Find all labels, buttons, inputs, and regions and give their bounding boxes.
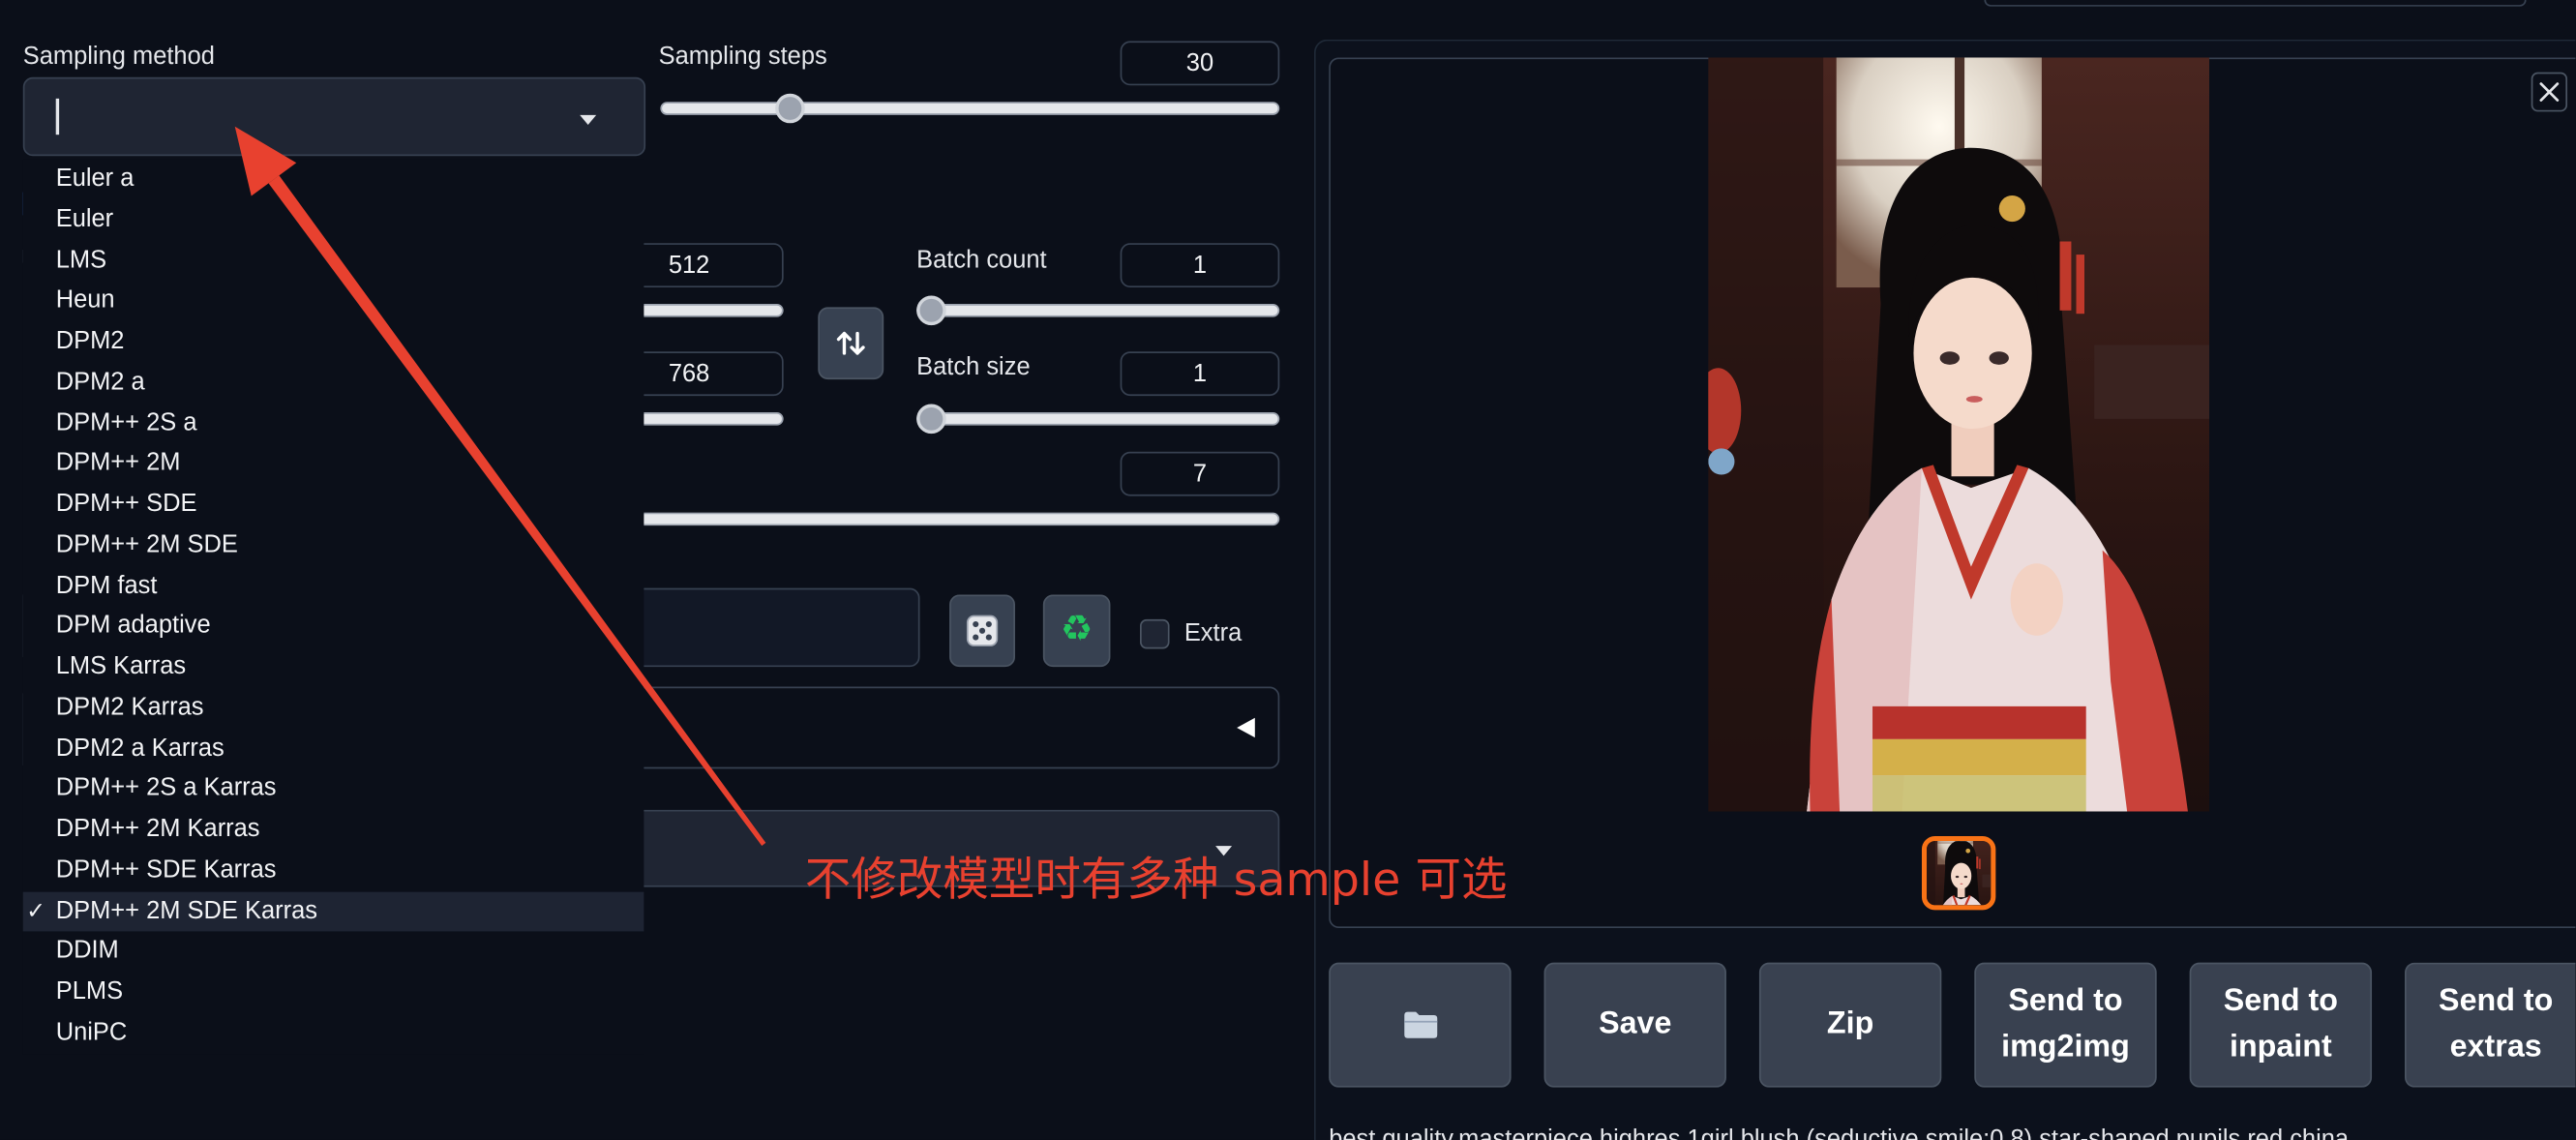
batch-size-input[interactable]: 1 (1120, 351, 1280, 397)
send-to-inpaint-button[interactable]: Send to inpaint (2189, 962, 2373, 1088)
sampling-option-label: DPM2 a Karras (55, 733, 225, 762)
annotation-text: 不修改模型时有多种 sample 可选 (804, 852, 1508, 907)
sampling-option-label: DPM++ 2M SDE Karras (55, 895, 317, 924)
sampling-option-label: Heun (55, 285, 115, 315)
sampling-option[interactable]: Heun (23, 282, 644, 322)
extra-label: Extra (1183, 618, 1243, 647)
sampling-option-label: DDIM (55, 936, 119, 965)
sampling-option-label: LMS (55, 245, 107, 274)
batch-count-input[interactable]: 1 (1120, 243, 1280, 288)
sampling-option-label: DPM2 a (55, 367, 145, 396)
top-input-edge (1984, 0, 2527, 7)
sampling-option-label: DPM++ SDE (55, 489, 197, 518)
sampling-option[interactable]: LMS (23, 241, 644, 282)
sampling-option[interactable]: DPM++ 2M SDE (23, 525, 644, 566)
sampling-method-label: Sampling method (22, 43, 215, 71)
sampling-option[interactable]: DPM++ 2M Karras (23, 810, 644, 851)
swap-icon (836, 331, 865, 355)
sampling-option[interactable]: DPM++ 2S a (23, 404, 644, 444)
random-seed-button[interactable] (949, 594, 1015, 668)
recycle-icon: ♻ (1060, 609, 1093, 651)
sampling-option[interactable]: LMS Karras (23, 647, 644, 688)
sampling-option-label: Euler a (55, 164, 135, 193)
send-to-img2img-button[interactable]: Send to img2img (1974, 962, 2157, 1088)
sampling-option-label: PLMS (55, 976, 124, 1005)
sampling-option-label: DPM++ 2S a Karras (55, 773, 277, 802)
batch-count-label: Batch count (916, 246, 1047, 275)
zip-button[interactable]: Zip (1758, 962, 1942, 1088)
sampling-option[interactable]: DPM++ 2M (23, 444, 644, 485)
thumbnail-image (1927, 841, 1992, 906)
gallery-thumbnail[interactable] (1921, 835, 1996, 911)
send-to-extras-button[interactable]: Send to extras (2404, 962, 2576, 1088)
generation-prompt-text: best quality,masterpiece,highres,1girl,b… (1329, 1125, 2350, 1140)
batch-count-slider[interactable] (916, 295, 1280, 326)
generated-image[interactable] (1708, 57, 2210, 812)
sampling-option[interactable]: Euler a (23, 160, 644, 200)
dice-icon (966, 615, 999, 646)
reuse-seed-button[interactable]: ♻ (1042, 594, 1111, 668)
sampling-method-options: Euler a Euler LMS Heun DPM2 DPM2 a DPM++ 2S a D… (22, 159, 644, 1055)
slider-thumb[interactable] (916, 404, 946, 435)
sampling-option[interactable]: DPM2 Karras (23, 688, 644, 729)
batch-size-slider[interactable] (916, 404, 1280, 435)
sampling-option[interactable]: DPM++ SDE (23, 485, 644, 525)
sampling-option[interactable]: DPM++ SDE Karras (23, 851, 644, 891)
sampling-option[interactable]: DPM2 a (23, 363, 644, 404)
sampling-option[interactable]: DPM++ 2S a Karras (23, 769, 644, 810)
sampling-option-label: DPM++ 2M Karras (55, 814, 260, 843)
slider-thumb[interactable] (916, 295, 946, 326)
sampling-option-label: DPM++ 2M SDE (55, 529, 238, 558)
sampling-option[interactable]: DPM2 a Karras (23, 729, 644, 769)
sampling-option-label: DPM++ 2M (55, 448, 181, 477)
sampling-option-label: DPM fast (55, 570, 158, 599)
close-gallery-button[interactable] (2531, 72, 2568, 112)
sampling-option-label: DPM2 (55, 326, 125, 355)
cfg-scale-input[interactable]: 7 (1120, 451, 1280, 496)
sampling-option-label: Euler (55, 204, 114, 233)
text-cursor (55, 98, 60, 135)
sampling-option[interactable]: PLMS (23, 973, 644, 1013)
save-button[interactable]: Save (1543, 962, 1726, 1088)
webui-screen: Sampling method Euler a Euler LMS Heun DPM2 D… (0, 0, 2576, 1140)
open-folder-button[interactable] (1329, 962, 1512, 1088)
sampling-steps-slider[interactable] (660, 93, 1280, 124)
sampling-option[interactable]: DPM fast (23, 566, 644, 607)
sampling-steps-input[interactable]: 30 (1120, 41, 1280, 86)
batch-size-label: Batch size (916, 352, 1031, 381)
sampling-option-label: LMS Karras (55, 651, 187, 680)
sampling-option[interactable]: DPM adaptive (23, 607, 644, 647)
sampling-option[interactable]: UniPC (23, 1013, 644, 1054)
swap-dimensions-button[interactable] (818, 307, 884, 380)
sampling-option[interactable]: DPM2 (23, 322, 644, 363)
sampling-option[interactable]: Euler (23, 200, 644, 241)
check-mark-icon: ✓ (26, 897, 46, 924)
slider-thumb[interactable] (774, 93, 805, 124)
folder-icon (1403, 1011, 1437, 1038)
sampling-option-label: DPM adaptive (55, 611, 211, 640)
extra-checkbox[interactable] (1139, 618, 1170, 649)
close-icon (2539, 82, 2560, 102)
triangle-left-icon (1237, 717, 1255, 738)
sampling-option[interactable]: ✓ DPM++ 2M SDE Karras (22, 890, 644, 932)
sampling-option-label: DPM++ SDE Karras (55, 855, 277, 884)
sampling-method-dropdown[interactable] (22, 76, 646, 157)
sampling-option-label: DPM++ 2S a (55, 407, 197, 436)
chevron-down-icon (580, 114, 597, 126)
sampling-steps-label: Sampling steps (658, 43, 827, 71)
sampling-option[interactable]: DDIM (23, 932, 644, 973)
sampling-option-label: UniPC (55, 1017, 128, 1046)
sampling-option-label: DPM2 Karras (55, 692, 204, 721)
